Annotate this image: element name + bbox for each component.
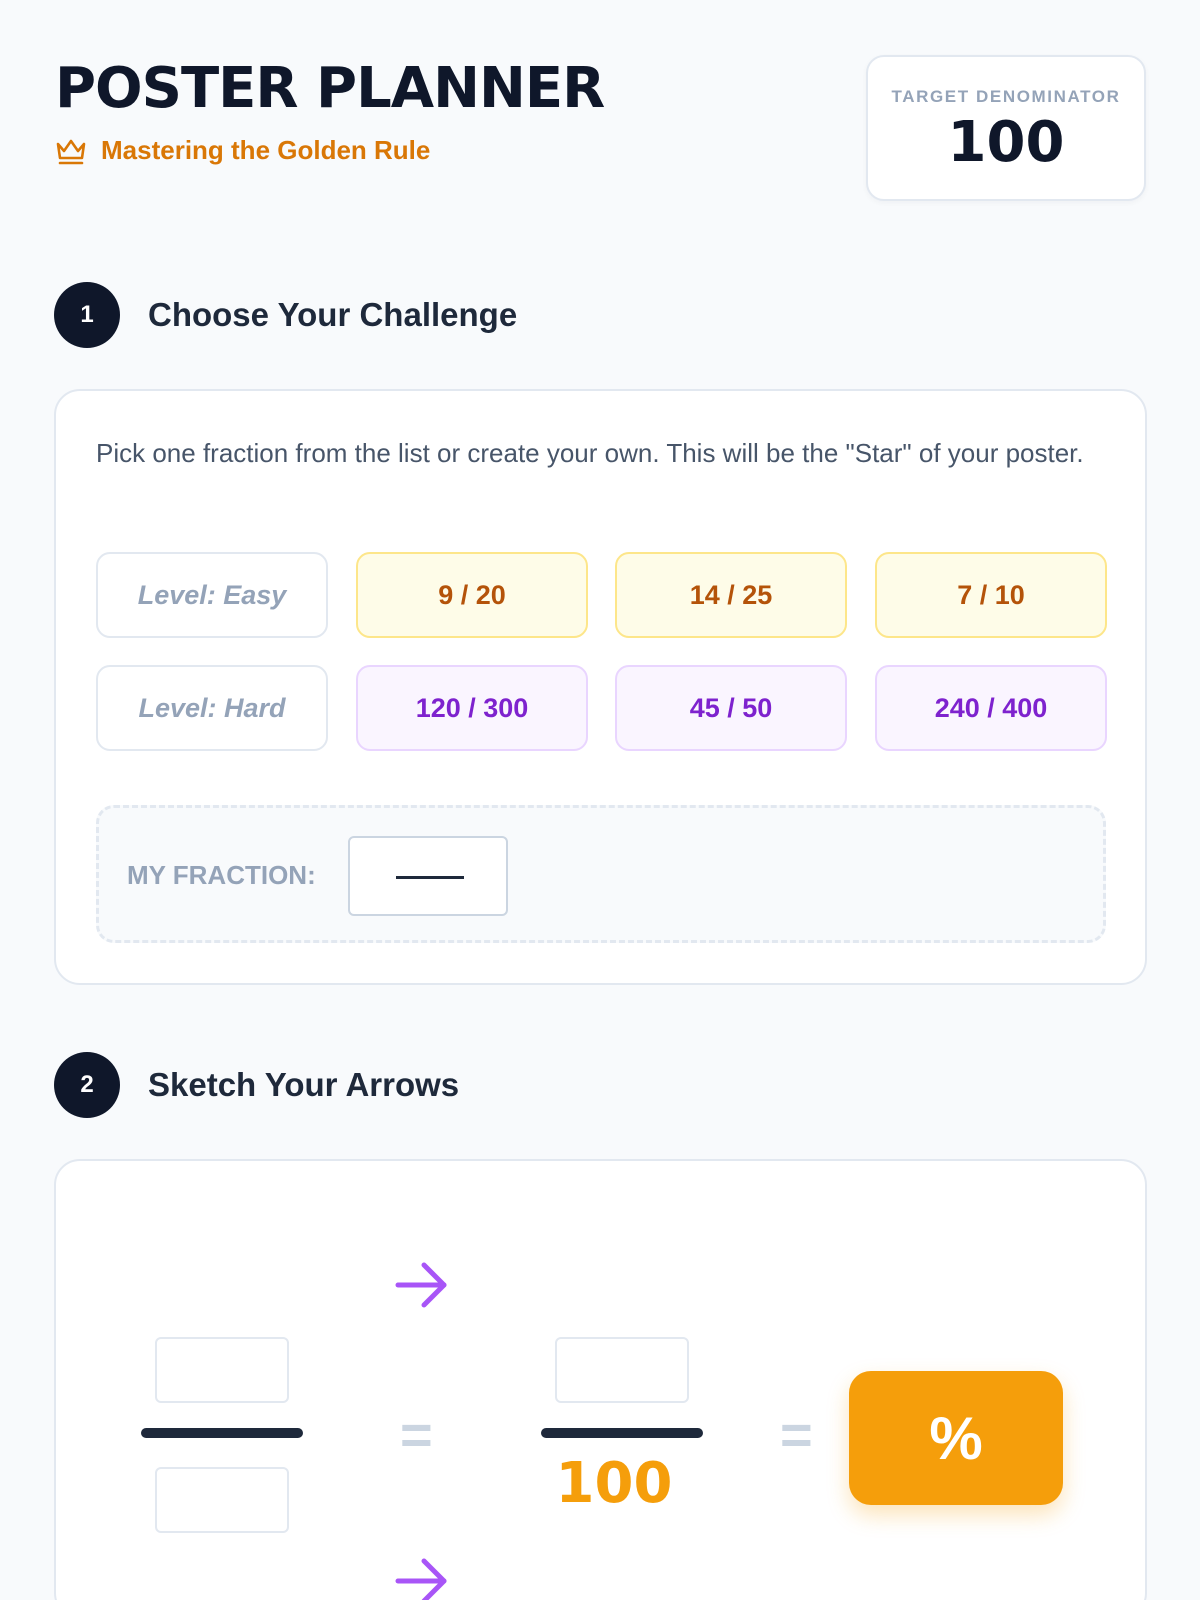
fraction-option-easy[interactable]: 7 / 10 [875, 552, 1107, 638]
step-badge: 2 [54, 1052, 120, 1118]
section-title: Choose Your Challenge [148, 296, 518, 333]
my-fraction-input[interactable] [348, 836, 508, 916]
fraction-option-easy[interactable]: 14 / 25 [615, 552, 847, 638]
step-badge: 1 [54, 282, 120, 348]
instructions: Pick one fraction from the list or creat… [96, 438, 1084, 468]
level-hard-label: Level: Hard [96, 665, 328, 751]
app-title: POSTER PLANNER [55, 56, 605, 121]
section-1-heading: 1 Choose Your Challenge [54, 282, 517, 348]
arrow-right-icon [395, 1558, 447, 1600]
header: POSTER PLANNER Mastering the Golden Rule [55, 55, 605, 166]
fraction-bar [541, 1428, 703, 1438]
challenge-card: Pick one fraction from the list or creat… [54, 389, 1147, 985]
fixed-denominator: 100 [555, 1451, 673, 1516]
percent-button[interactable]: % [849, 1371, 1063, 1505]
section-title: Sketch Your Arrows [148, 1066, 460, 1103]
numerator-input[interactable] [555, 1337, 689, 1403]
fraction-option-hard[interactable]: 45 / 50 [615, 665, 847, 751]
target-denominator-card: TARGET DENOMINATOR 100 [866, 55, 1146, 201]
crown-icon [56, 139, 86, 164]
section-2-heading: 2 Sketch Your Arrows [54, 1052, 459, 1118]
my-fraction-panel: MY FRACTION: [96, 805, 1106, 943]
fraction-option-hard[interactable]: 120 / 300 [356, 665, 588, 751]
level-easy-label: Level: Easy [96, 552, 328, 638]
fraction-option-hard[interactable]: 240 / 400 [875, 665, 1107, 751]
target-label: TARGET DENOMINATOR [891, 87, 1121, 106]
subtitle-text: Mastering the Golden Rule [101, 135, 431, 165]
arrow-right-icon [395, 1262, 447, 1308]
my-fraction-label: MY FRACTION: [127, 860, 316, 890]
subtitle: Mastering the Golden Rule [55, 135, 604, 166]
arrows-card: = 100 = % [54, 1159, 1147, 1600]
equals-sign: = [400, 1403, 433, 1466]
fraction-bar [141, 1428, 303, 1438]
equals-sign: = [780, 1403, 813, 1466]
fraction-bar [396, 876, 464, 879]
denominator-input[interactable] [155, 1467, 289, 1533]
target-value: 100 [947, 110, 1065, 175]
fraction-option-easy[interactable]: 9 / 20 [356, 552, 588, 638]
numerator-input[interactable] [155, 1337, 289, 1403]
